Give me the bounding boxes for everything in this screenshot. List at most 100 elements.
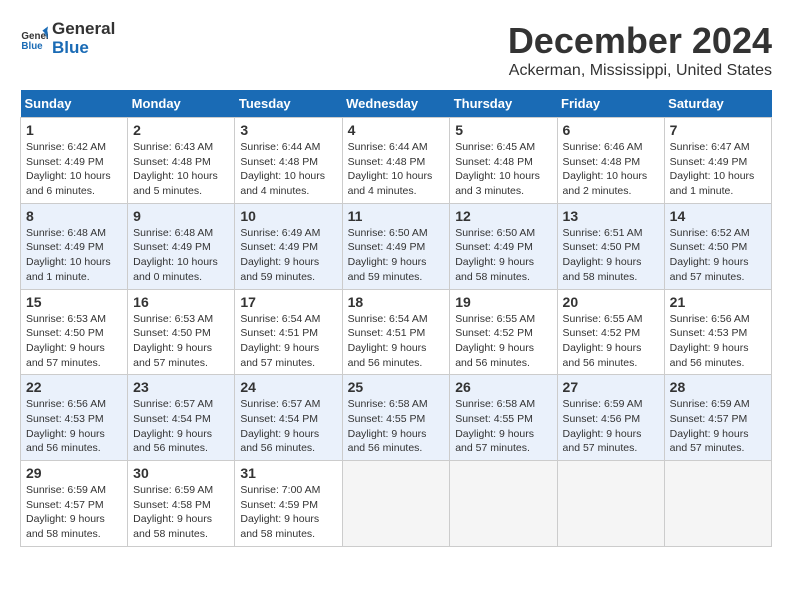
day-cell: 27 Sunrise: 6:59 AM Sunset: 4:56 PM Dayli… xyxy=(557,375,664,461)
day-cell: 8 Sunrise: 6:48 AM Sunset: 4:49 PM Daylig… xyxy=(21,203,128,289)
day-number: 17 xyxy=(240,294,336,310)
day-detail: Sunrise: 6:53 AM Sunset: 4:50 PM Dayligh… xyxy=(133,313,213,369)
logo-blue: Blue xyxy=(52,39,115,58)
day-number: 6 xyxy=(563,122,659,138)
day-detail: Sunrise: 6:53 AM Sunset: 4:50 PM Dayligh… xyxy=(26,313,106,369)
weekday-header-sunday: Sunday xyxy=(21,90,128,118)
day-cell: 11 Sunrise: 6:50 AM Sunset: 4:49 PM Dayli… xyxy=(342,203,450,289)
weekday-header-tuesday: Tuesday xyxy=(235,90,342,118)
day-detail: Sunrise: 6:56 AM Sunset: 4:53 PM Dayligh… xyxy=(26,398,106,454)
day-cell: 9 Sunrise: 6:48 AM Sunset: 4:49 PM Daylig… xyxy=(128,203,235,289)
day-detail: Sunrise: 6:42 AM Sunset: 4:49 PM Dayligh… xyxy=(26,141,111,197)
day-detail: Sunrise: 6:52 AM Sunset: 4:50 PM Dayligh… xyxy=(670,227,750,283)
day-detail: Sunrise: 6:59 AM Sunset: 4:57 PM Dayligh… xyxy=(26,484,106,540)
day-detail: Sunrise: 6:48 AM Sunset: 4:49 PM Dayligh… xyxy=(26,227,111,283)
day-number: 20 xyxy=(563,294,659,310)
logo-general: General xyxy=(52,20,115,39)
day-cell xyxy=(557,461,664,547)
logo: General Blue General Blue xyxy=(20,20,115,57)
day-number: 7 xyxy=(670,122,766,138)
day-cell: 1 Sunrise: 6:42 AM Sunset: 4:49 PM Daylig… xyxy=(21,118,128,204)
day-number: 19 xyxy=(455,294,551,310)
day-cell: 25Sunrise: 6:58 AM Sunset: 4:55 PM Dayli… xyxy=(342,375,450,461)
week-row-2: 8 Sunrise: 6:48 AM Sunset: 4:49 PM Daylig… xyxy=(21,203,772,289)
day-number: 13 xyxy=(563,208,659,224)
week-row-4: 22 Sunrise: 6:56 AM Sunset: 4:53 PM Dayli… xyxy=(21,375,772,461)
day-number: 27 xyxy=(563,379,659,395)
day-detail: Sunrise: 6:48 AM Sunset: 4:49 PM Dayligh… xyxy=(133,227,218,283)
day-cell: 6Sunrise: 6:46 AM Sunset: 4:48 PM Daylig… xyxy=(557,118,664,204)
day-number: 30 xyxy=(133,465,229,481)
day-detail: Sunrise: 6:57 AM Sunset: 4:54 PM Dayligh… xyxy=(133,398,213,454)
location: Ackerman, Mississippi, United States xyxy=(508,62,772,80)
month-title: December 2024 xyxy=(508,20,772,62)
week-row-5: 29Sunrise: 6:59 AM Sunset: 4:57 PM Dayli… xyxy=(21,461,772,547)
weekday-header-saturday: Saturday xyxy=(664,90,771,118)
day-cell: 7Sunrise: 6:47 AM Sunset: 4:49 PM Daylig… xyxy=(664,118,771,204)
day-number: 15 xyxy=(26,294,122,310)
day-cell: 12 Sunrise: 6:50 AM Sunset: 4:49 PM Dayli… xyxy=(450,203,557,289)
week-row-1: 1 Sunrise: 6:42 AM Sunset: 4:49 PM Daylig… xyxy=(21,118,772,204)
day-cell: 28Sunrise: 6:59 AM Sunset: 4:57 PM Dayli… xyxy=(664,375,771,461)
day-detail: Sunrise: 6:50 AM Sunset: 4:49 PM Dayligh… xyxy=(348,227,428,283)
day-detail: Sunrise: 6:43 AM Sunset: 4:48 PM Dayligh… xyxy=(133,141,218,197)
day-number: 22 xyxy=(26,379,122,395)
day-detail: Sunrise: 6:54 AM Sunset: 4:51 PM Dayligh… xyxy=(240,313,320,369)
weekday-header-friday: Friday xyxy=(557,90,664,118)
day-cell: 26Sunrise: 6:58 AM Sunset: 4:55 PM Dayli… xyxy=(450,375,557,461)
day-number: 8 xyxy=(26,208,122,224)
day-detail: Sunrise: 6:58 AM Sunset: 4:55 PM Dayligh… xyxy=(455,398,535,454)
day-number: 24 xyxy=(240,379,336,395)
day-number: 31 xyxy=(240,465,336,481)
day-detail: Sunrise: 7:00 AM Sunset: 4:59 PM Dayligh… xyxy=(240,484,320,540)
logo-icon: General Blue xyxy=(20,25,48,53)
day-cell: 2Sunrise: 6:43 AM Sunset: 4:48 PM Daylig… xyxy=(128,118,235,204)
day-cell: 4Sunrise: 6:44 AM Sunset: 4:48 PM Daylig… xyxy=(342,118,450,204)
day-detail: Sunrise: 6:58 AM Sunset: 4:55 PM Dayligh… xyxy=(348,398,428,454)
day-cell xyxy=(664,461,771,547)
day-detail: Sunrise: 6:59 AM Sunset: 4:57 PM Dayligh… xyxy=(670,398,750,454)
day-cell: 20Sunrise: 6:55 AM Sunset: 4:52 PM Dayli… xyxy=(557,289,664,375)
day-detail: Sunrise: 6:55 AM Sunset: 4:52 PM Dayligh… xyxy=(455,313,535,369)
day-cell: 10Sunrise: 6:49 AM Sunset: 4:49 PM Dayli… xyxy=(235,203,342,289)
day-cell: 15 Sunrise: 6:53 AM Sunset: 4:50 PM Dayli… xyxy=(21,289,128,375)
day-cell: 17 Sunrise: 6:54 AM Sunset: 4:51 PM Dayli… xyxy=(235,289,342,375)
day-cell xyxy=(342,461,450,547)
day-cell: 31 Sunrise: 7:00 AM Sunset: 4:59 PM Dayli… xyxy=(235,461,342,547)
day-cell: 30Sunrise: 6:59 AM Sunset: 4:58 PM Dayli… xyxy=(128,461,235,547)
day-number: 5 xyxy=(455,122,551,138)
day-detail: Sunrise: 6:56 AM Sunset: 4:53 PM Dayligh… xyxy=(670,313,750,369)
day-detail: Sunrise: 6:57 AM Sunset: 4:54 PM Dayligh… xyxy=(240,398,320,454)
day-cell xyxy=(450,461,557,547)
weekday-header-wednesday: Wednesday xyxy=(342,90,450,118)
day-detail: Sunrise: 6:44 AM Sunset: 4:48 PM Dayligh… xyxy=(240,141,325,197)
day-detail: Sunrise: 6:45 AM Sunset: 4:48 PM Dayligh… xyxy=(455,141,540,197)
day-detail: Sunrise: 6:44 AM Sunset: 4:48 PM Dayligh… xyxy=(348,141,433,197)
day-cell: 13 Sunrise: 6:51 AM Sunset: 4:50 PM Dayli… xyxy=(557,203,664,289)
day-cell: 3 Sunrise: 6:44 AM Sunset: 4:48 PM Daylig… xyxy=(235,118,342,204)
day-cell: 16 Sunrise: 6:53 AM Sunset: 4:50 PM Dayli… xyxy=(128,289,235,375)
calendar-table: SundayMondayTuesdayWednesdayThursdayFrid… xyxy=(20,90,772,547)
day-cell: 18Sunrise: 6:54 AM Sunset: 4:51 PM Dayli… xyxy=(342,289,450,375)
day-number: 9 xyxy=(133,208,229,224)
day-cell: 29Sunrise: 6:59 AM Sunset: 4:57 PM Dayli… xyxy=(21,461,128,547)
day-detail: Sunrise: 6:59 AM Sunset: 4:56 PM Dayligh… xyxy=(563,398,643,454)
day-number: 21 xyxy=(670,294,766,310)
day-cell: 24 Sunrise: 6:57 AM Sunset: 4:54 PM Dayli… xyxy=(235,375,342,461)
day-number: 1 xyxy=(26,122,122,138)
day-number: 16 xyxy=(133,294,229,310)
day-detail: Sunrise: 6:50 AM Sunset: 4:49 PM Dayligh… xyxy=(455,227,535,283)
day-cell: 19 Sunrise: 6:55 AM Sunset: 4:52 PM Dayli… xyxy=(450,289,557,375)
week-row-3: 15 Sunrise: 6:53 AM Sunset: 4:50 PM Dayli… xyxy=(21,289,772,375)
day-cell: 22 Sunrise: 6:56 AM Sunset: 4:53 PM Dayli… xyxy=(21,375,128,461)
day-cell: 21 Sunrise: 6:56 AM Sunset: 4:53 PM Dayli… xyxy=(664,289,771,375)
weekday-header-monday: Monday xyxy=(128,90,235,118)
day-number: 12 xyxy=(455,208,551,224)
day-number: 23 xyxy=(133,379,229,395)
day-number: 3 xyxy=(240,122,336,138)
svg-text:Blue: Blue xyxy=(21,40,43,51)
day-detail: Sunrise: 6:51 AM Sunset: 4:50 PM Dayligh… xyxy=(563,227,643,283)
day-number: 11 xyxy=(348,208,445,224)
day-detail: Sunrise: 6:54 AM Sunset: 4:51 PM Dayligh… xyxy=(348,313,428,369)
day-cell: 23 Sunrise: 6:57 AM Sunset: 4:54 PM Dayli… xyxy=(128,375,235,461)
